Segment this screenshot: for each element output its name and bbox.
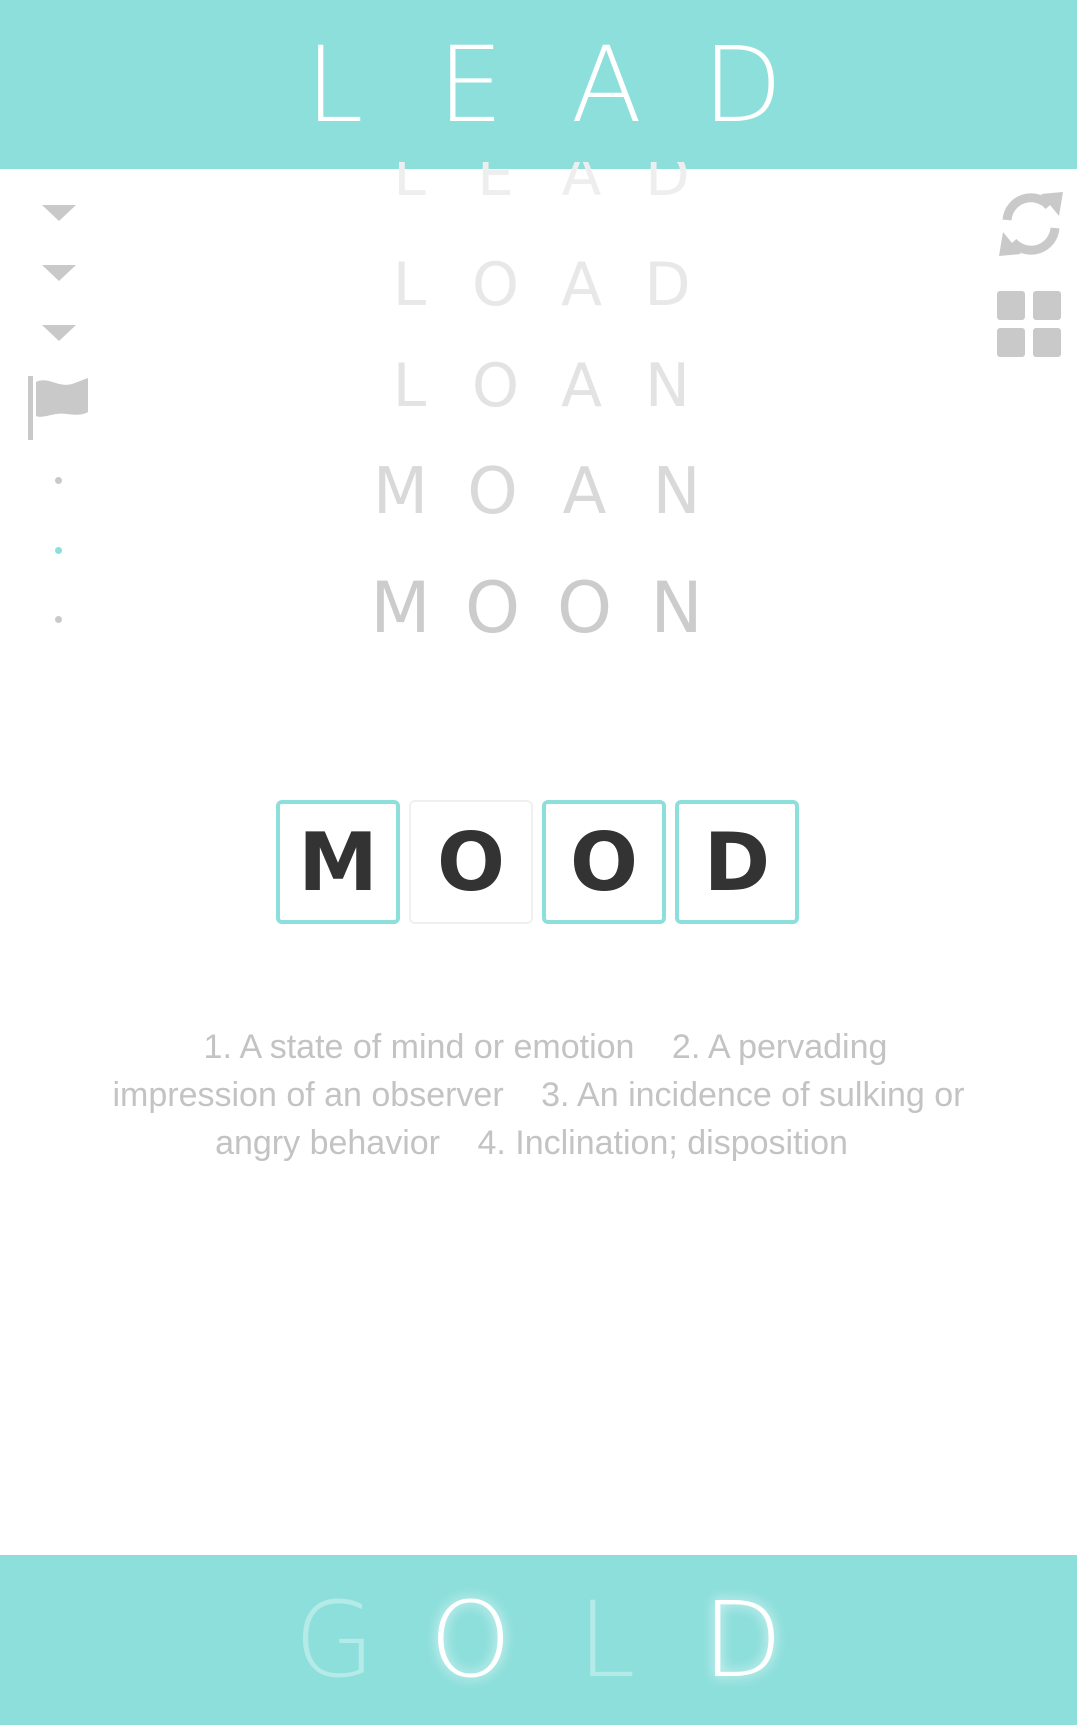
definition-item: 1. A state of mind or emotion <box>203 1028 635 1066</box>
letter-tile[interactable]: D <box>675 800 799 924</box>
history-letter: M <box>370 567 431 649</box>
target-letter: O <box>429 1579 512 1701</box>
refresh-icon[interactable] <box>997 188 1065 265</box>
start-letter: D <box>702 23 783 146</box>
flag-icon[interactable] <box>28 376 90 447</box>
step-dot <box>55 616 62 623</box>
definition-item: 4. Inclination; disposition <box>477 1124 848 1162</box>
history-letter: L <box>392 250 427 320</box>
history-letter: M <box>372 455 429 529</box>
history-letter: A <box>561 162 602 209</box>
target-letter: L <box>577 1579 636 1701</box>
history-letter: N <box>652 455 701 529</box>
history-word: M O A N <box>0 460 1077 524</box>
chevron-down-icon[interactable] <box>42 205 76 221</box>
history-word: L O A N <box>0 356 1077 416</box>
history-word: L E A D <box>0 162 1077 212</box>
history-letter: A <box>560 351 603 421</box>
start-letter: A <box>570 23 643 146</box>
history-letter: O <box>464 567 521 649</box>
history-word: L O A D <box>0 255 1077 315</box>
letter-tile[interactable]: O <box>542 800 666 924</box>
letter-tile-selected[interactable]: O <box>409 800 533 924</box>
history-letter: D <box>644 250 691 320</box>
history-letter: N <box>650 567 703 649</box>
history-letter: L <box>392 351 427 421</box>
history-letter: O <box>556 567 613 649</box>
history-word: M O O N <box>0 573 1077 643</box>
target-letter: D <box>702 1579 783 1701</box>
step-dot-active <box>55 547 62 554</box>
chevron-down-icon[interactable] <box>42 325 76 341</box>
current-word: M O O D <box>276 800 799 924</box>
chevron-down-icon[interactable] <box>42 265 76 281</box>
history-letter: O <box>471 250 520 320</box>
target-letter: G <box>294 1579 375 1701</box>
start-word: L E A D <box>267 33 811 137</box>
word-definition: 1. A state of mind or emotion 2. A perva… <box>105 1023 972 1167</box>
history-letter: E <box>477 162 514 209</box>
history-letter: A <box>562 455 607 529</box>
history-letter: O <box>471 351 520 421</box>
letter-tile[interactable]: M <box>276 800 400 924</box>
step-dot <box>55 477 62 484</box>
target-word-banner: G O L D <box>0 1555 1077 1725</box>
history-letter: O <box>467 455 518 529</box>
start-letter: L <box>305 23 364 146</box>
history-letter: L <box>393 162 426 209</box>
history-letter: D <box>645 162 690 209</box>
history-letter: A <box>560 250 603 320</box>
target-word: G O L D <box>267 1588 811 1692</box>
start-word-banner: L E A D <box>0 0 1077 169</box>
history-letter: N <box>645 351 690 421</box>
start-letter: E <box>437 23 504 146</box>
grid-icon[interactable] <box>997 291 1061 362</box>
